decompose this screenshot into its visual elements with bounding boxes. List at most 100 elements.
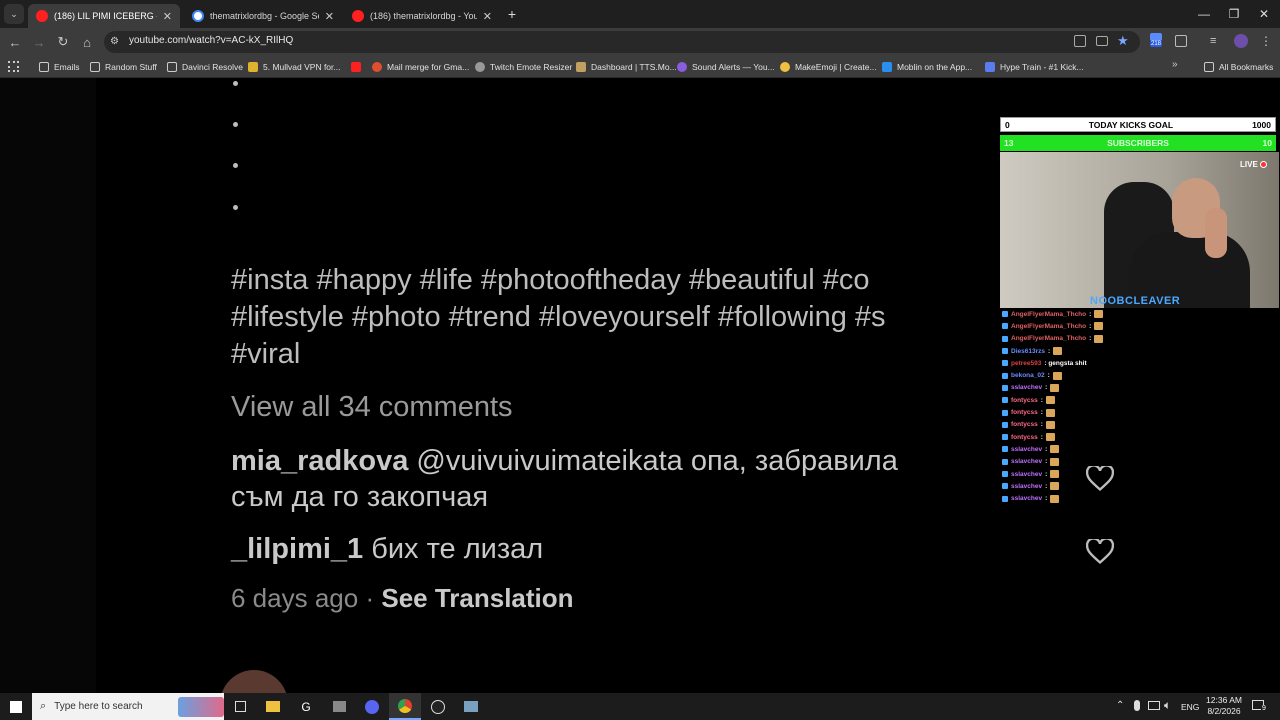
bookmark-label: Twitch Emote Resizer xyxy=(490,62,573,72)
bookmark-hype-train[interactable]: Hype Train - #1 Kick... xyxy=(985,58,1084,76)
discord-button[interactable] xyxy=(356,693,388,720)
chat-badge-icon xyxy=(1002,458,1008,465)
reload-icon: ↻ xyxy=(57,34,69,49)
language-indicator[interactable]: ENG xyxy=(1181,702,1199,712)
bookmark-star-icon[interactable]: ★ xyxy=(1117,33,1129,49)
task-view-button[interactable] xyxy=(224,693,256,720)
site-info-icon[interactable]: ⚙ xyxy=(110,36,122,48)
new-tab-button[interactable]: + xyxy=(504,6,520,22)
live-dot-icon xyxy=(1259,161,1267,168)
chat-username: sslavchev xyxy=(1011,445,1043,453)
extension-badge[interactable]: 218 xyxy=(1148,33,1164,51)
chat-badge-icon xyxy=(1002,372,1008,379)
chat-badge-icon xyxy=(1002,483,1008,490)
bookmark-mullvad[interactable]: 5. Mullvad VPN for... xyxy=(248,58,340,76)
bookmarks-overflow-icon[interactable]: » xyxy=(1172,59,1178,70)
chat-emote-icon xyxy=(1045,433,1055,442)
app-button-1[interactable]: G xyxy=(290,693,322,720)
chat-text: : xyxy=(1045,384,1048,392)
app-button-3[interactable] xyxy=(455,693,487,720)
minimize-icon: — xyxy=(1198,7,1210,21)
chat-message: fontycss: xyxy=(1002,394,1142,406)
chat-badge-icon xyxy=(1002,311,1008,318)
url-text[interactable]: youtube.com/watch?v=AC-kX_RIlHQ xyxy=(129,35,293,46)
tab-search-button[interactable]: ⌄ xyxy=(4,4,24,24)
youtube-icon xyxy=(351,62,361,72)
bookmark-sound-alerts[interactable]: Sound Alerts — You... xyxy=(677,58,775,76)
chat-emote-icon xyxy=(1094,310,1104,319)
clock[interactable]: 12:36 AM 8/2/2026 xyxy=(1204,695,1244,717)
bookmark-tts-dashboard[interactable]: Dashboard | TTS.Mo... xyxy=(576,58,677,76)
taskbar-search[interactable]: ⌕ Type here to search xyxy=(32,693,224,720)
heart-icon xyxy=(1086,539,1114,565)
bookmark-twitch-resizer[interactable]: Twitch Emote Resizer xyxy=(475,58,572,76)
hashtags-line-3: #viral xyxy=(231,338,301,370)
media-control-icon[interactable]: ≡ xyxy=(1210,35,1216,47)
view-all-comments: View all 34 comments xyxy=(231,391,513,423)
chat-message: petree593: gengsta shit xyxy=(1002,357,1142,369)
translate-icon[interactable] xyxy=(1074,35,1086,47)
chat-text: : xyxy=(1045,495,1048,503)
tab-lil-pimi-iceberg[interactable]: (186) LIL PIMI ICEBERG - Yo ✕ xyxy=(28,4,180,28)
home-button[interactable]: ⌂ xyxy=(73,28,101,56)
obs-button[interactable] xyxy=(422,693,454,720)
close-icon[interactable]: ✕ xyxy=(325,10,334,23)
chat-badge-icon xyxy=(1002,384,1008,391)
bookmark-youtube[interactable] xyxy=(351,58,361,76)
bookmark-all[interactable]: All Bookmarks xyxy=(1204,58,1273,76)
chat-message: sslavchev: xyxy=(1002,443,1142,455)
profile-avatar[interactable] xyxy=(1234,34,1248,48)
sound-alerts-icon xyxy=(677,62,687,72)
tray-overflow-icon[interactable]: ⌃ xyxy=(1116,700,1124,711)
bookmark-makeemoji[interactable]: MakeEmoji | Create... xyxy=(780,58,877,76)
chat-text: : xyxy=(1045,470,1048,478)
chat-emote-icon xyxy=(1094,334,1104,343)
chat-text: : xyxy=(1047,347,1051,355)
apps-grid-icon[interactable] xyxy=(8,61,19,72)
tab-youtube-channel[interactable]: (186) thematrixlordbg - YouTub ✕ xyxy=(344,4,500,28)
close-window-button[interactable]: ✕ xyxy=(1248,0,1280,28)
chevron-down-icon: ⌄ xyxy=(10,8,18,19)
restore-button[interactable]: ❐ xyxy=(1218,0,1250,28)
bookmark-emails[interactable]: Emails xyxy=(39,58,80,76)
discord-icon xyxy=(365,699,379,714)
minimize-button[interactable]: — xyxy=(1188,0,1220,28)
bookmark-moblin[interactable]: Moblin on the App... xyxy=(882,58,972,76)
chat-username: sslavchev xyxy=(1011,482,1043,490)
bookmark-random-stuff[interactable]: Random Stuff xyxy=(90,58,157,76)
microphone-icon[interactable] xyxy=(1134,700,1140,711)
notifications-button[interactable]: 9 xyxy=(1250,697,1272,717)
bookmark-label: Sound Alerts — You... xyxy=(692,62,775,72)
extensions-puzzle-icon[interactable] xyxy=(1175,35,1187,47)
app-button-2[interactable] xyxy=(323,693,355,720)
menu-kebab-icon[interactable]: ⋮ xyxy=(1260,34,1272,48)
volume-icon[interactable]: 🔈︎ xyxy=(1164,698,1171,713)
mail-merge-icon xyxy=(372,62,382,72)
chat-username: AngelFlyerMama_Thcho xyxy=(1011,310,1087,318)
start-button[interactable] xyxy=(0,693,32,720)
close-icon[interactable]: ✕ xyxy=(483,10,492,23)
bookmark-davinci[interactable]: Davinci Resolve xyxy=(167,58,243,76)
youtube-icon xyxy=(36,10,48,22)
goal-title: TODAY KICKS GOAL xyxy=(1088,119,1174,130)
streamer-name: NOOBCLEAVER xyxy=(1090,295,1181,307)
bookmark-mail-merge[interactable]: Mail merge for Gma... xyxy=(372,58,469,76)
chrome-button[interactable] xyxy=(389,693,421,720)
file-explorer-button[interactable] xyxy=(257,693,289,720)
cast-icon[interactable] xyxy=(1096,36,1108,46)
chat-emote-icon xyxy=(1050,470,1060,478)
chat-username: fontycss xyxy=(1011,421,1038,429)
tab-title: thematrixlordbg - Google Sear xyxy=(210,11,319,21)
chat-username: Dies613rzs xyxy=(1011,347,1045,355)
chat-username: AngelFlyerMama_Thcho xyxy=(1011,322,1087,330)
network-icon[interactable] xyxy=(1148,701,1160,710)
tab-google-search[interactable]: thematrixlordbg - Google Sear ✕ xyxy=(184,4,342,28)
chat-badge-icon xyxy=(1002,397,1008,404)
close-icon[interactable]: ✕ xyxy=(163,10,172,23)
app-icon: G xyxy=(301,699,311,714)
obs-icon xyxy=(431,699,445,714)
clock-time: 12:36 AM xyxy=(1206,695,1242,705)
chat-username: AngelFlyerMama_Thcho xyxy=(1011,335,1087,343)
goal-target: 1000 xyxy=(1252,119,1271,130)
chat-badge-icon xyxy=(1002,471,1008,477)
